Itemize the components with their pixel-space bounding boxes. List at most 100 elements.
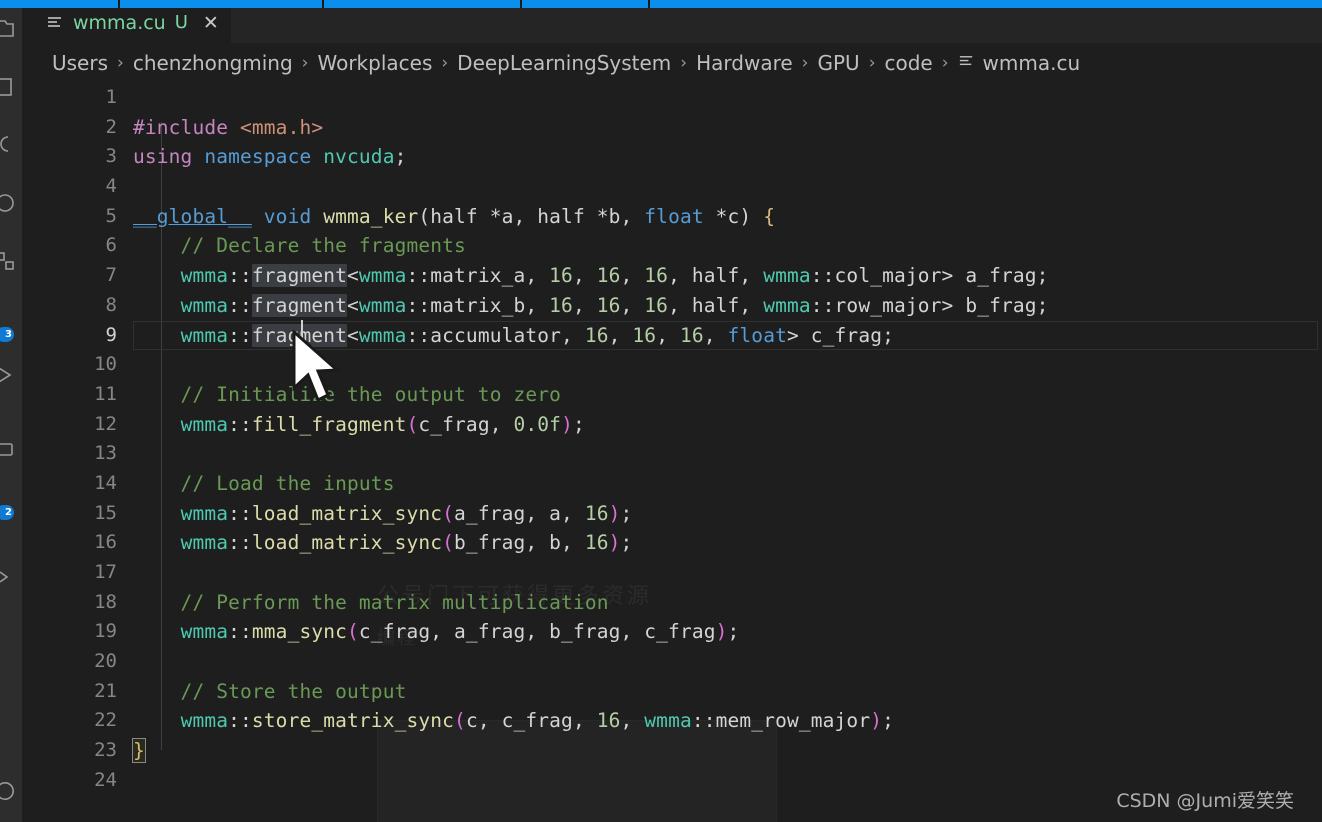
code-line[interactable]: 3 using namespace nvcuda; [22, 142, 1322, 172]
line-content: // Store the output [133, 679, 407, 703]
line-number: 23 [94, 739, 117, 762]
close-icon[interactable]: ✕ [203, 12, 219, 34]
line-number: 13 [94, 442, 117, 465]
code-line[interactable]: 18 // Perform the matrix multiplication [22, 588, 1322, 618]
activity-bar-item-account[interactable] [0, 776, 18, 806]
line-number: 14 [94, 471, 117, 494]
line-content: // Initialize the output to zero [133, 382, 562, 406]
line-number: 5 [105, 204, 117, 227]
line-number: 21 [94, 679, 117, 702]
line-content: wmma::fill_fragment(c_frag, 0.0f); [180, 412, 585, 436]
code-file-icon [46, 14, 64, 32]
breadcrumb-item-file[interactable]: wmma.cu [958, 51, 1080, 75]
activity-bar-item-source-control[interactable] [0, 130, 18, 160]
line-number: 9 [105, 323, 117, 346]
activity-bar-item-search[interactable] [0, 72, 18, 102]
breadcrumb-item-5[interactable]: GPU [817, 51, 859, 75]
code-line[interactable]: 14 // Load the inputs [22, 469, 1322, 499]
line-number: 15 [94, 501, 117, 524]
activity-bar: 3 2 [0, 0, 22, 822]
line-number: 7 [105, 264, 117, 287]
breadcrumb-item-0[interactable]: Users [52, 51, 108, 75]
line-number: 20 [94, 650, 117, 673]
breadcrumb-item-2[interactable]: Workplaces [317, 51, 432, 75]
code-line[interactable]: 16 wmma::load_matrix_sync(b_frag, b, 16)… [22, 528, 1322, 558]
extensions-icon [0, 250, 16, 272]
code-line-active[interactable]: 9 wmma::fragment<wmma::accumulator, 16, … [22, 320, 1322, 351]
activity-bar-item-testing[interactable] [0, 360, 18, 390]
play-triangle-icon [0, 364, 16, 386]
line-number: 8 [105, 293, 117, 316]
code-line[interactable]: 4 [22, 172, 1322, 202]
code-line[interactable]: 6 // Declare the fragments [22, 231, 1322, 261]
code-line[interactable]: 13 [22, 439, 1322, 469]
breadcrumb-item-3[interactable]: DeepLearningSystem [457, 51, 671, 75]
breadcrumb-separator: › [941, 53, 949, 73]
breadcrumb-separator: › [868, 53, 876, 73]
line-content: wmma::fragment<wmma::matrix_a, 16, 16, 1… [180, 264, 1049, 288]
line-content: // Load the inputs [133, 471, 395, 495]
run-debug-icon [0, 192, 16, 214]
code-line[interactable]: 10 [22, 350, 1322, 380]
line-number: 10 [94, 353, 117, 376]
explorer-icon [0, 18, 16, 40]
line-content: } [132, 738, 146, 764]
line-content: wmma::store_matrix_sync(c, c_frag, 16, w… [180, 709, 894, 733]
search-icon [0, 76, 16, 98]
window-top-accent-strip [0, 0, 1322, 8]
code-line[interactable]: 20 [22, 647, 1322, 677]
code-line[interactable]: 7 wmma::fragment<wmma::matrix_a, 16, 16,… [22, 261, 1322, 291]
line-content: wmma::fragment<wmma::accumulator, 16, 16… [180, 323, 894, 347]
line-number: 2 [105, 115, 117, 138]
breadcrumb-separator: › [301, 53, 309, 73]
activity-bar-item-remote-explorer[interactable] [0, 436, 18, 466]
line-number: 19 [94, 620, 117, 643]
breadcrumb-separator: › [680, 53, 688, 73]
breadcrumb: Users › chenzhongming › Workplaces › Dee… [22, 43, 1322, 83]
code-editor-viewport[interactable]: 公号门下可获得更多资源 编程 1 2 #include <mma.h> 3 us… [22, 83, 1322, 822]
activity-bar-item-explorer[interactable] [0, 14, 18, 44]
line-number: 18 [94, 590, 117, 613]
editor-tab-label: wmma.cu [73, 11, 166, 34]
code-line[interactable]: 5 __global__ void wmma_ker(half *a, half… [22, 202, 1322, 232]
breadcrumb-separator: › [801, 53, 809, 73]
breadcrumb-item-6[interactable]: code [885, 51, 933, 75]
line-content: // Declare the fragments [133, 234, 466, 258]
code-line[interactable]: 15 wmma::load_matrix_sync(a_frag, a, 16)… [22, 499, 1322, 529]
line-number: 12 [94, 412, 117, 435]
activity-bar-item-run-debug[interactable] [0, 188, 18, 218]
line-number: 16 [94, 531, 117, 554]
line-content: // Perform the matrix multiplication [133, 590, 609, 614]
unsaved-indicator: U [174, 12, 188, 33]
line-content: using namespace nvcuda; [133, 145, 407, 169]
source-control-icon [0, 134, 16, 156]
csdn-watermark: CSDN @Jumi爱笑笑 [1116, 790, 1294, 812]
text-caret [301, 320, 303, 345]
code-line[interactable]: 17 [22, 558, 1322, 588]
line-number: 24 [94, 768, 117, 791]
line-number: 22 [94, 709, 117, 732]
code-line[interactable]: 8 wmma::fragment<wmma::matrix_b, 16, 16,… [22, 291, 1322, 321]
line-number: 11 [94, 382, 117, 405]
code-line[interactable]: 19 wmma::mma_sync(c_frag, a_frag, b_frag… [22, 617, 1322, 647]
code-line[interactable]: 2 #include <mma.h> [22, 113, 1322, 143]
line-content: wmma::load_matrix_sync(a_frag, a, 16); [180, 501, 633, 525]
remote-display-icon [0, 440, 16, 462]
editor-group: wmma.cu U ✕ Users › chenzhongming › Work… [22, 0, 1322, 822]
code-line[interactable]: 22 wmma::store_matrix_sync(c, c_frag, 16… [22, 706, 1322, 736]
code-line[interactable]: 12 wmma::fill_fragment(c_frag, 0.0f); [22, 410, 1322, 440]
breadcrumb-item-1[interactable]: chenzhongming [133, 51, 293, 75]
chevron-right-icon [0, 566, 16, 588]
code-line[interactable]: 21 // Store the output [22, 677, 1322, 707]
line-number: 4 [105, 175, 117, 198]
code-line[interactable]: 1 [22, 83, 1322, 113]
account-circle-icon [0, 780, 16, 802]
activity-bar-item-extensions[interactable] [0, 246, 18, 276]
code-line[interactable]: 11 // Initialize the output to zero [22, 380, 1322, 410]
code-line[interactable]: 23 } [22, 736, 1322, 766]
line-number: 1 [105, 86, 117, 108]
extensions-badge: 3 [0, 327, 14, 342]
breadcrumb-item-4[interactable]: Hardware [696, 51, 793, 75]
code-file-icon [958, 53, 975, 74]
activity-bar-item-more[interactable] [0, 562, 18, 592]
